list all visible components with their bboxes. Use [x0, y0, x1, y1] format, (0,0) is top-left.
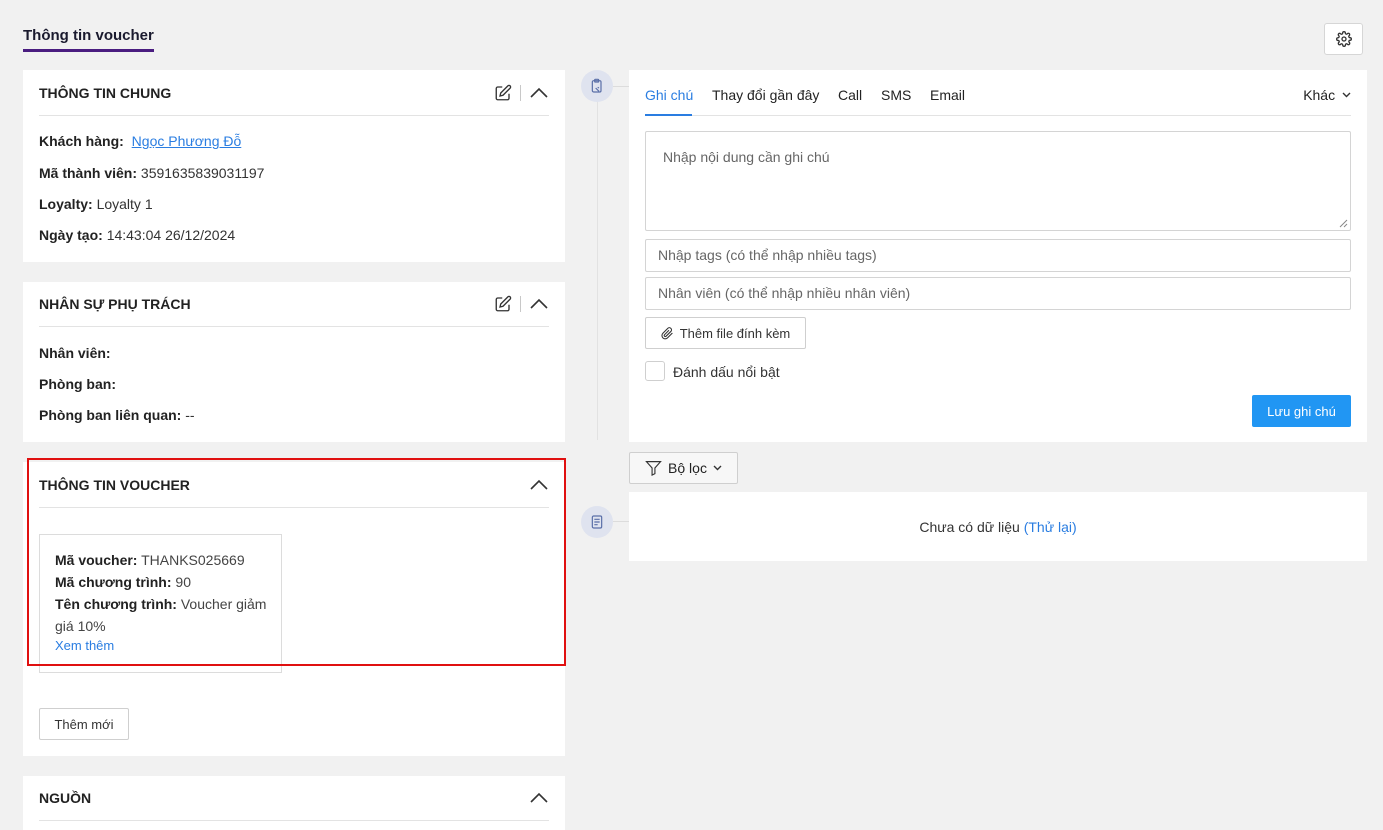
general-info-title: THÔNG TIN CHUNG: [39, 84, 172, 101]
tags-input[interactable]: Nhập tags (có thể nhập nhiều tags): [645, 239, 1351, 272]
voucher-header: THÔNG TIN VOUCHER: [39, 462, 549, 508]
active-tab-underline: [645, 114, 692, 116]
page-tab-voucher-info[interactable]: Thông tin voucher: [23, 27, 154, 52]
voucher-code-label: Mã voucher:: [55, 552, 138, 568]
employee-label: Nhân viên:: [39, 345, 111, 361]
paperclip-icon: [661, 326, 673, 339]
chevron-up-icon[interactable]: [529, 476, 549, 494]
loyalty-label: Loyalty:: [39, 196, 93, 212]
note-tabs: Ghi chú Thay đổi gần đây Call SMS Email …: [645, 70, 1351, 116]
program-name-label: Tên chương trình:: [55, 596, 177, 612]
tab-email[interactable]: Email: [930, 87, 965, 103]
settings-button[interactable]: [1324, 23, 1363, 55]
timeline-tick: [613, 521, 629, 522]
chevron-down-icon: [713, 465, 722, 471]
program-name-line: Tên chương trình: Voucher giảm: [55, 593, 266, 615]
member-code-value: 3591635839031197: [140, 165, 265, 181]
see-more-link[interactable]: Xem thêm: [55, 638, 114, 653]
more-tabs-dropdown[interactable]: Khác: [1303, 87, 1351, 103]
related-department-field: Phòng ban liên quan: --: [39, 407, 195, 423]
program-name-value: Voucher giảm: [180, 596, 267, 612]
chevron-up-icon[interactable]: [529, 84, 549, 102]
member-code-field: Mã thành viên: 3591635839031197: [39, 165, 264, 181]
related-department-label: Phòng ban liên quan:: [39, 407, 182, 423]
empty-message: Chưa có dữ liệu (Thử lại): [629, 519, 1367, 535]
program-name-cont: giá 10%: [55, 618, 106, 634]
source-card: NGUỒN: [23, 776, 565, 830]
tab-recent-changes[interactable]: Thay đổi gần đây: [712, 87, 819, 103]
employee-field: Nhân viên:: [39, 345, 111, 361]
timeline-line: [597, 100, 598, 440]
staff-card: NHÂN SỰ PHỤ TRÁCH Nhân viên: Phòng ban: …: [23, 282, 565, 442]
attach-file-label: Thêm file đính kèm: [679, 325, 791, 341]
source-title: NGUỒN: [39, 790, 92, 806]
note-timeline-icon: [581, 70, 613, 102]
filter-icon: [645, 461, 662, 476]
tab-sms[interactable]: SMS: [881, 87, 911, 103]
created-label: Ngày tạo:: [39, 227, 103, 243]
program-code-label: Mã chương trình:: [55, 574, 172, 590]
member-code-label: Mã thành viên:: [39, 165, 138, 181]
customer-field: Khách hàng: Ngọc Phương Đỗ: [39, 133, 241, 149]
save-note-button[interactable]: Lưu ghi chú: [1252, 395, 1351, 427]
loyalty-value: Loyalty 1: [96, 196, 153, 212]
filter-label: Bộ lọc: [668, 460, 707, 476]
note-panel: Ghi chú Thay đổi gần đây Call SMS Email …: [629, 70, 1367, 442]
activity-timeline-icon: [581, 506, 613, 538]
filter-button[interactable]: Bộ lọc: [629, 452, 738, 484]
staff-input[interactable]: Nhân viên (có thể nhập nhiều nhân viên): [645, 277, 1351, 310]
note-placeholder: Nhập nội dung cần ghi chú: [663, 149, 830, 165]
customer-label: Khách hàng:: [39, 133, 124, 149]
voucher-title: THÔNG TIN VOUCHER: [39, 476, 190, 493]
program-code-value: 90: [175, 574, 191, 590]
tab-note[interactable]: Ghi chú: [645, 87, 693, 103]
source-header: NGUỒN: [39, 776, 549, 821]
staff-header: NHÂN SỰ PHỤ TRÁCH: [39, 282, 549, 327]
voucher-code-line: Mã voucher: THANKS025669: [55, 549, 245, 571]
resize-handle-icon[interactable]: [1339, 219, 1348, 228]
created-value: 14:43:04 26/12/2024: [106, 227, 236, 243]
note-content-textarea[interactable]: Nhập nội dung cần ghi chú: [645, 131, 1351, 231]
activity-panel: Chưa có dữ liệu (Thử lại): [629, 492, 1367, 561]
general-info-header: THÔNG TIN CHUNG: [39, 70, 549, 116]
attach-file-button[interactable]: Thêm file đính kèm: [645, 317, 806, 349]
chevron-down-icon: [1342, 92, 1351, 98]
divider: [520, 84, 521, 101]
related-department-value: --: [185, 407, 195, 423]
department-label: Phòng ban:: [39, 376, 116, 392]
highlight-checkbox[interactable]: [645, 361, 665, 381]
highlight-label: Đánh dấu nổi bật: [673, 364, 780, 380]
add-new-button[interactable]: Thêm mới: [39, 708, 129, 740]
gear-icon: [1335, 31, 1352, 47]
retry-link[interactable]: (Thử lại): [1024, 519, 1077, 535]
divider: [520, 296, 521, 312]
tab-call[interactable]: Call: [838, 87, 862, 103]
general-info-card: THÔNG TIN CHUNG Khách hàng: Ngọc Phương …: [23, 70, 565, 262]
voucher-card: THÔNG TIN VOUCHER Mã voucher: THANKS0256…: [23, 462, 565, 756]
voucher-item: Mã voucher: THANKS025669 Mã chương trình…: [39, 534, 282, 673]
loyalty-field: Loyalty: Loyalty 1: [39, 196, 153, 212]
chevron-up-icon[interactable]: [529, 295, 549, 313]
created-date-field: Ngày tạo: 14:43:04 26/12/2024: [39, 227, 235, 243]
customer-link[interactable]: Ngọc Phương Đỗ: [132, 133, 242, 149]
more-tabs-label: Khác: [1303, 87, 1336, 103]
staff-title: NHÂN SỰ PHỤ TRÁCH: [39, 296, 191, 312]
program-code-line: Mã chương trình: 90: [55, 571, 191, 593]
edit-icon[interactable]: [494, 295, 512, 313]
empty-text: Chưa có dữ liệu: [919, 519, 1020, 535]
chevron-up-icon[interactable]: [529, 789, 549, 807]
voucher-code-value: THANKS025669: [141, 552, 245, 568]
timeline-tick: [613, 86, 629, 87]
edit-icon[interactable]: [494, 84, 512, 102]
department-field: Phòng ban:: [39, 376, 116, 392]
